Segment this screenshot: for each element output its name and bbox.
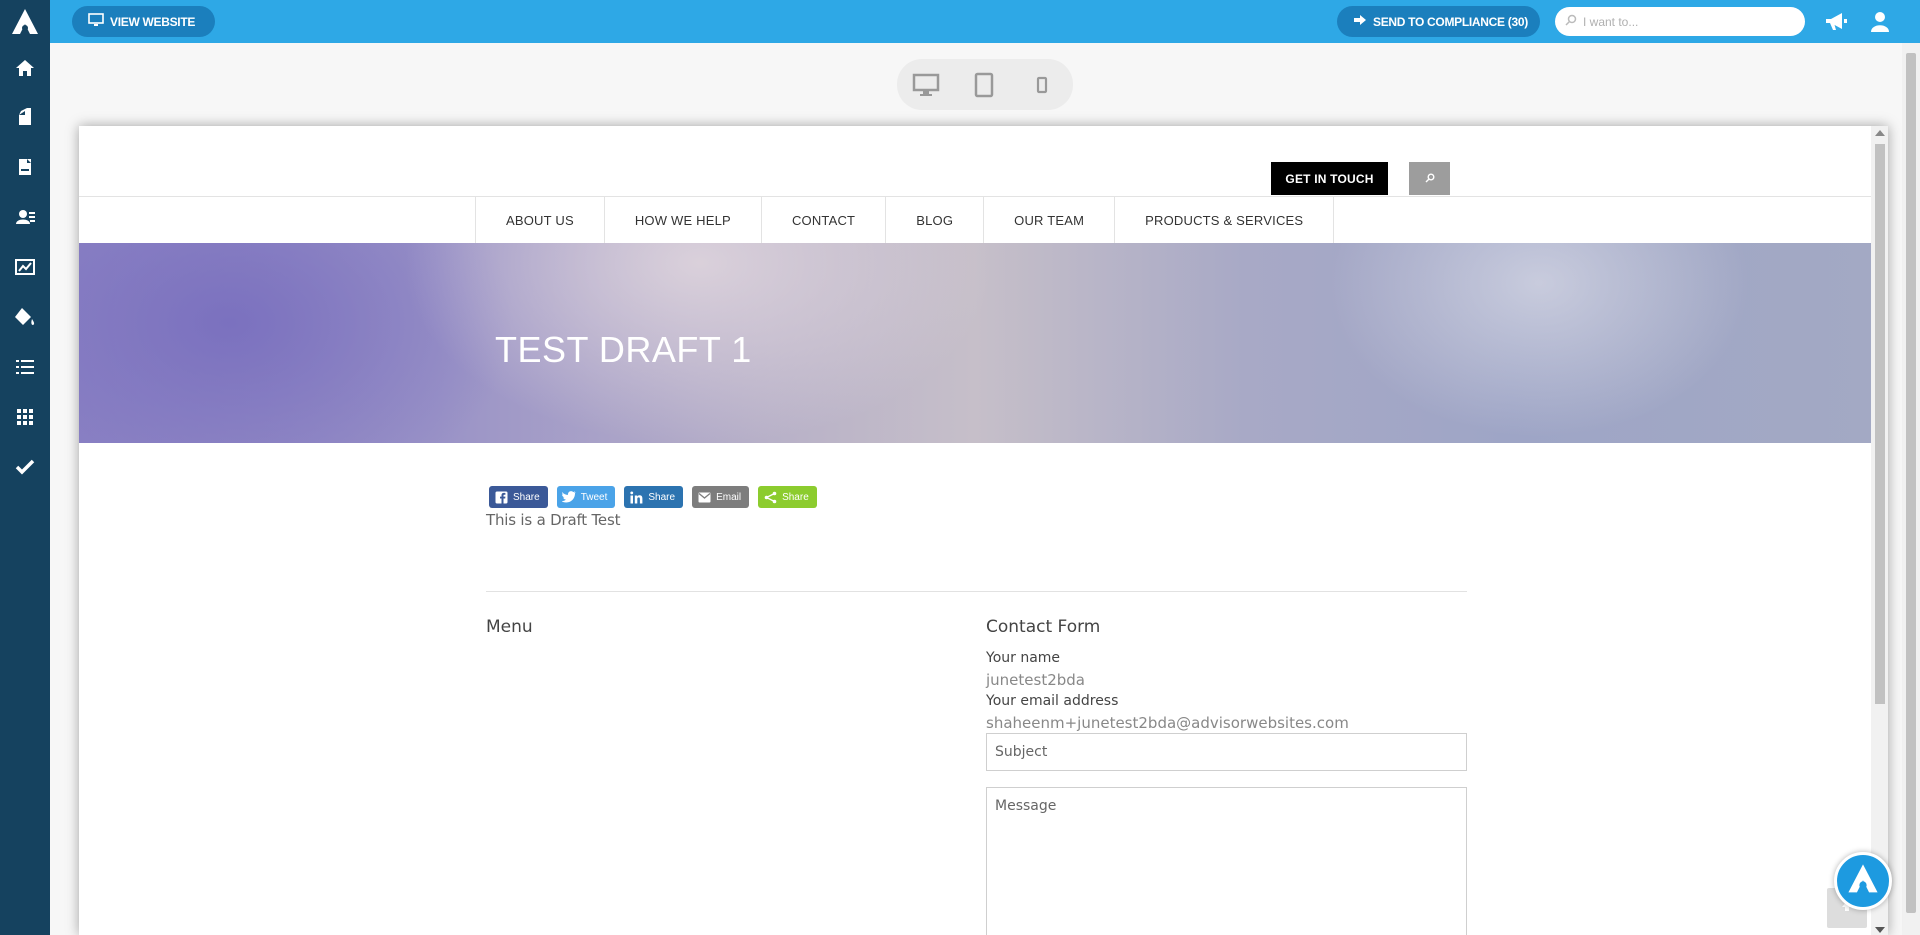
facebook-share-label: Share — [513, 491, 540, 503]
site-search-button[interactable] — [1409, 162, 1450, 195]
facebook-share-button[interactable]: Share — [489, 486, 548, 508]
contact-form-heading: Contact Form — [986, 617, 1101, 637]
send-arrow-icon — [1353, 14, 1367, 29]
menu-heading: Menu — [486, 617, 533, 637]
analytics-icon[interactable] — [12, 254, 38, 280]
help-chat-widget[interactable] — [1834, 852, 1892, 910]
checkmark-icon[interactable] — [12, 454, 38, 480]
website-preview-frame: GET IN TOUCH ABOUT US HOW WE HELP CONTAC… — [79, 126, 1888, 935]
search-input[interactable] — [1583, 14, 1783, 29]
email-label: Your email address — [986, 693, 1119, 709]
sharethis-share-label: Share — [782, 491, 809, 503]
app-sidebar — [0, 0, 50, 935]
hero-banner: TEST DRAFT 1 — [79, 243, 1871, 443]
page-scrollbar[interactable] — [1902, 43, 1920, 935]
linkedin-icon — [629, 490, 643, 504]
preview-scrollbar[interactable] — [1871, 126, 1888, 935]
view-website-button[interactable]: VIEW WEBSITE — [72, 6, 215, 37]
apps-grid-icon[interactable] — [12, 404, 38, 430]
email-value: shaheenm+junetest2bda@advisorwebsites.co… — [986, 714, 1349, 732]
desktop-view-icon[interactable] — [909, 71, 943, 99]
name-label: Your name — [986, 650, 1061, 666]
device-preview-switcher — [897, 59, 1073, 110]
twitter-icon — [561, 490, 576, 504]
content-divider — [486, 591, 1467, 592]
email-share-label: Email — [716, 491, 742, 503]
home-icon[interactable] — [12, 55, 38, 81]
message-field[interactable] — [986, 787, 1467, 935]
nav-about-us[interactable]: ABOUT US — [476, 197, 605, 243]
mobile-view-icon[interactable] — [1025, 71, 1059, 99]
email-icon — [697, 490, 711, 504]
name-value: junetest2bda — [986, 671, 1085, 689]
page-body-text: This is a Draft Test — [486, 511, 621, 529]
nav-blog[interactable]: BLOG — [886, 197, 985, 243]
facebook-icon — [494, 490, 508, 504]
nav-products-services[interactable]: PRODUCTS & SERVICES — [1115, 197, 1335, 243]
contacts-icon[interactable] — [12, 204, 38, 230]
sharethis-share-button[interactable]: Share — [758, 486, 817, 508]
get-in-touch-button[interactable]: GET IN TOUCH — [1271, 162, 1388, 195]
search-icon — [1565, 13, 1577, 31]
share-icon — [763, 490, 777, 504]
site-navigation: ABOUT US HOW WE HELP CONTACT BLOG OUR TE… — [79, 196, 1871, 243]
send-to-compliance-label: SEND TO COMPLIANCE (30) — [1373, 14, 1528, 29]
tablet-view-icon[interactable] — [967, 71, 1001, 99]
email-share-button[interactable]: Email — [692, 486, 750, 508]
social-share-bar: Share Tweet Share Email Share — [489, 486, 817, 508]
linkedin-share-label: Share — [648, 491, 676, 503]
top-bar: VIEW WEBSITE SEND TO COMPLIANCE (30) — [50, 0, 1920, 43]
search-icon — [1425, 170, 1435, 188]
nav-our-team[interactable]: OUR TEAM — [984, 197, 1116, 243]
app-logo-icon[interactable] — [11, 8, 39, 36]
paint-bucket-icon[interactable] — [12, 304, 38, 330]
view-website-label: VIEW WEBSITE — [110, 14, 196, 29]
page-title: TEST DRAFT 1 — [495, 329, 752, 370]
list-icon[interactable] — [12, 354, 38, 380]
send-to-compliance-button[interactable]: SEND TO COMPLIANCE (30) — [1337, 6, 1540, 37]
document-icon[interactable] — [12, 154, 38, 180]
monitor-icon — [88, 13, 104, 30]
megaphone-icon[interactable] — [1824, 10, 1848, 34]
linkedin-share-button[interactable]: Share — [624, 486, 684, 508]
global-search[interactable] — [1555, 7, 1805, 36]
app-logo-icon — [1846, 862, 1880, 901]
twitter-share-button[interactable]: Tweet — [556, 486, 616, 508]
nav-how-we-help[interactable]: HOW WE HELP — [605, 197, 762, 243]
pages-icon[interactable] — [12, 104, 38, 130]
user-profile-icon[interactable] — [1868, 10, 1892, 34]
subject-field[interactable] — [986, 733, 1467, 771]
twitter-share-label: Tweet — [580, 491, 608, 503]
nav-contact[interactable]: CONTACT — [762, 197, 887, 243]
